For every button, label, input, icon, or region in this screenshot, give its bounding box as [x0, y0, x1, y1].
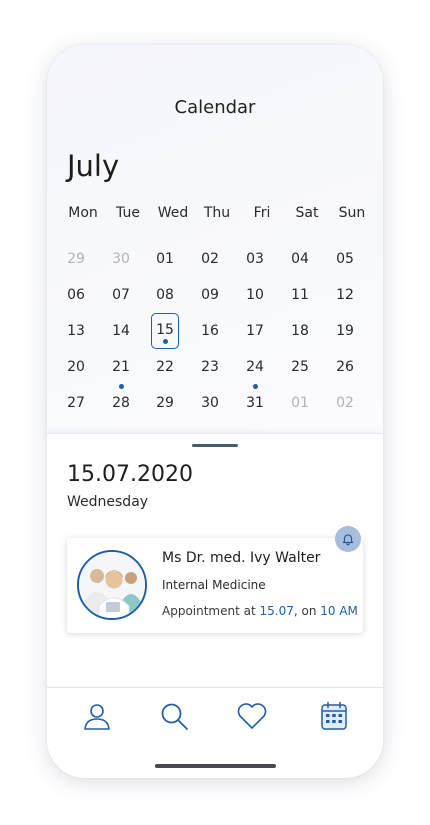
tab-search[interactable]: [156, 698, 192, 734]
calendar-day[interactable]: 07: [107, 277, 135, 313]
screen-title: Calendar: [174, 97, 256, 118]
calendar-day[interactable]: 21: [107, 349, 135, 389]
calendar-day[interactable]: 09: [196, 277, 224, 313]
selected-date: 15.07.2020: [67, 462, 193, 487]
calendar-day[interactable]: 25: [286, 349, 314, 385]
calendar-day[interactable]: 13: [62, 313, 90, 349]
calendar-day[interactable]: 10: [241, 277, 269, 313]
weekday-tue: Tue: [116, 205, 140, 221]
weekday-fri: Fri: [253, 205, 271, 221]
month-label: July: [67, 149, 120, 183]
calendar-day[interactable]: 29: [62, 241, 90, 277]
profile-icon: [84, 704, 110, 730]
calendar-day[interactable]: 01: [286, 385, 314, 421]
calendar-day[interactable]: 28: [107, 385, 135, 421]
heart-icon: [237, 703, 267, 729]
appointment-info: Appointment at 15.07, on 10 AM: [162, 604, 358, 618]
calendar-day[interactable]: 26: [331, 349, 359, 385]
calendar-panel: Calendar July Mon Tue Wed Thu Fri Sat Su…: [47, 45, 383, 433]
calendar-day[interactable]: 16: [196, 313, 224, 349]
sheet-drag-handle[interactable]: [192, 444, 238, 447]
calendar-day[interactable]: 06: [62, 277, 90, 313]
phone-frame: Calendar July Mon Tue Wed Thu Fri Sat Su…: [47, 45, 383, 778]
weekday-sun: Sun: [338, 205, 366, 221]
weekday-header: Mon Tue Wed Thu Fri Sat Sun: [60, 205, 378, 229]
selected-weekday: Wednesday: [67, 494, 149, 510]
calendar-day[interactable]: 17: [241, 313, 269, 349]
appointment-mid: , on: [293, 604, 321, 618]
appointment-time: 10 AM: [320, 604, 358, 618]
calendar-day[interactable]: 05: [331, 241, 359, 277]
calendar-day[interactable]: 19: [331, 313, 359, 349]
calendar-day[interactable]: 30: [196, 385, 224, 421]
bell-icon[interactable]: [335, 526, 361, 552]
calendar-day[interactable]: 29: [151, 385, 179, 421]
appointment-prefix: Appointment at: [162, 604, 260, 618]
calendar-day-selected[interactable]: 15: [151, 313, 179, 349]
calendar-day[interactable]: 12: [331, 277, 359, 313]
weekday-mon: Mon: [68, 205, 98, 221]
tab-bar: [47, 687, 383, 778]
calendar-icon: [321, 701, 347, 730]
calendar-day[interactable]: 02: [331, 385, 359, 421]
calendar-day[interactable]: 24: [241, 349, 269, 389]
calendar-day[interactable]: 20: [62, 349, 90, 385]
calendar-day[interactable]: 31: [241, 385, 269, 421]
doctor-avatar: [77, 550, 147, 620]
calendar-day[interactable]: 08: [151, 277, 179, 313]
search-icon: [161, 703, 188, 730]
calendar-day[interactable]: 03: [241, 241, 269, 277]
calendar-day[interactable]: 04: [286, 241, 314, 277]
event-dot: [162, 339, 168, 344]
calendar-day[interactable]: 30: [107, 241, 135, 277]
calendar-day[interactable]: 23: [196, 349, 224, 385]
appointment-date: 15.07: [259, 604, 294, 618]
calendar-day[interactable]: 02: [196, 241, 224, 277]
home-indicator: [155, 764, 276, 768]
day-detail-sheet: 15.07.2020 Wednesday Ms Dr. med. Ivy Wal…: [47, 433, 383, 687]
calendar-day[interactable]: 22: [151, 349, 179, 385]
calendar-day[interactable]: 11: [286, 277, 314, 313]
weekday-sat: Sat: [295, 205, 319, 221]
doctor-name: Ms Dr. med. Ivy Walter: [162, 550, 321, 566]
calendar-day[interactable]: 18: [286, 313, 314, 349]
appointment-card[interactable]: Ms Dr. med. Ivy Walter Internal Medicine…: [67, 538, 363, 633]
tab-profile[interactable]: [79, 698, 115, 734]
weekday-thu: Thu: [203, 205, 231, 221]
calendar-day[interactable]: 14: [107, 313, 135, 349]
doctor-specialty: Internal Medicine: [162, 578, 266, 592]
weekday-wed: Wed: [157, 205, 189, 221]
calendar-day[interactable]: 27: [62, 385, 90, 421]
tab-calendar[interactable]: [316, 698, 352, 734]
calendar-day[interactable]: 01: [151, 241, 179, 277]
tab-favorites[interactable]: [234, 698, 270, 734]
